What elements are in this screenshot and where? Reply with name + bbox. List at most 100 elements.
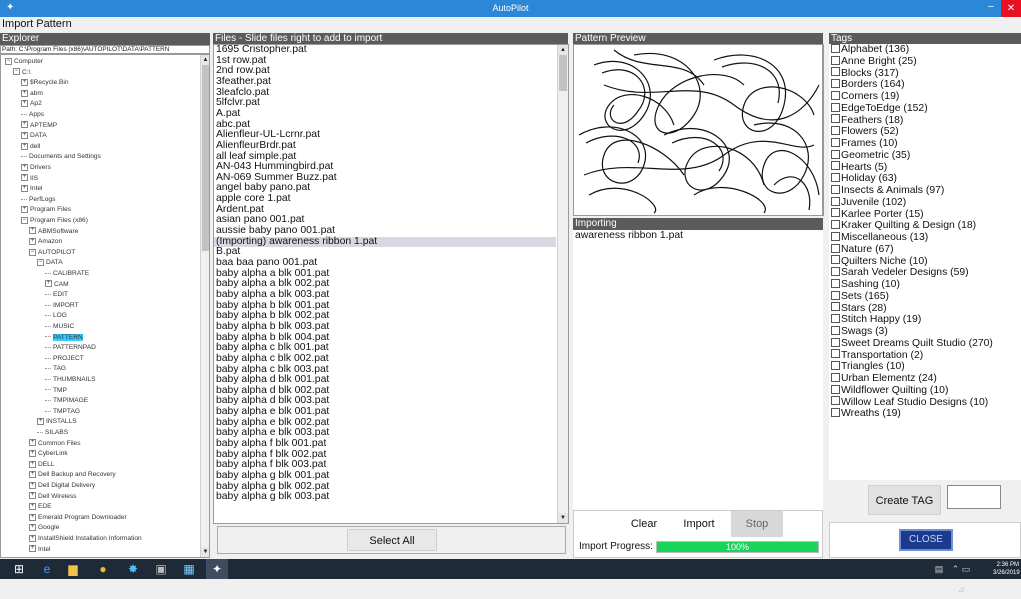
tag-item[interactable]: Kraker Quilting & Design (18) [831, 220, 976, 232]
expand-icon[interactable]: + [21, 121, 28, 129]
stop-button[interactable]: Stop [731, 511, 783, 537]
tag-item[interactable]: Juvenile (102) [831, 196, 906, 209]
file-item[interactable]: baby alpha b blk 003.pat [216, 321, 329, 333]
tree-item[interactable]: + dell [21, 142, 40, 151]
tree-item[interactable]: − C:\ [13, 68, 30, 77]
file-item[interactable]: 3feather.pat [216, 76, 271, 88]
tree-item[interactable]: + abm [21, 89, 43, 98]
tree-item[interactable]: + Drivers [21, 163, 51, 172]
tag-item[interactable]: Stars (28) [831, 302, 887, 315]
tree-item[interactable]: SILABS [37, 428, 68, 437]
tag-checkbox[interactable] [831, 137, 840, 147]
tag-checkbox[interactable] [831, 302, 840, 312]
expand-icon[interactable]: + [29, 439, 36, 447]
tree-item[interactable]: LOG [45, 311, 67, 320]
tree-item[interactable]: + Emerald Program Downloader [29, 513, 127, 522]
tag-checkbox[interactable] [831, 184, 840, 194]
expand-icon[interactable]: + [29, 534, 36, 542]
tag-checkbox[interactable] [831, 243, 840, 253]
tree-item[interactable]: PATTERNPAD [45, 343, 96, 352]
expand-icon[interactable]: + [29, 471, 36, 479]
tree-item[interactable]: − Program Files (x86) [21, 216, 88, 225]
tree-item[interactable]: − AUTOPILOT [29, 248, 75, 257]
file-item[interactable]: baa baa pano 001.pat [216, 257, 317, 269]
tree-item[interactable]: + APTEMP [21, 121, 57, 130]
create-tag-button[interactable]: Create TAG [868, 485, 941, 515]
tree-item[interactable]: + ABMSoftware [29, 227, 78, 236]
tag-checkbox[interactable] [831, 337, 840, 347]
settings-app-icon[interactable]: ✸ [122, 559, 144, 579]
tag-checkbox[interactable] [831, 278, 840, 288]
file-explorer-icon[interactable]: ▆ [62, 559, 84, 579]
tree-item[interactable]: − DATA [37, 258, 63, 267]
tag-checkbox[interactable] [831, 314, 840, 323]
files-scroll-thumb[interactable] [559, 55, 567, 91]
expand-icon[interactable]: + [29, 481, 36, 489]
tag-item[interactable]: Feathers (18) [831, 114, 903, 127]
tag-checkbox[interactable] [831, 90, 840, 100]
tag-checkbox[interactable] [831, 196, 840, 206]
tree-item[interactable]: + Dell Digital Delivery [29, 481, 95, 490]
expand-icon[interactable]: + [29, 449, 36, 457]
tag-item[interactable]: Borders (164) [831, 79, 905, 91]
file-item[interactable]: baby alpha g blk 001.pat [216, 470, 329, 482]
tag-checkbox[interactable] [831, 349, 840, 359]
tree-item[interactable]: TMP [45, 386, 67, 395]
select-all-button[interactable]: Select All [347, 529, 437, 551]
expand-icon[interactable]: + [37, 418, 44, 426]
expand-icon[interactable]: + [21, 142, 28, 150]
tree-item[interactable]: MUSIC [45, 322, 74, 331]
expand-icon[interactable]: + [21, 206, 28, 214]
tag-item[interactable]: Miscellaneous (13) [831, 231, 928, 244]
chrome-icon[interactable]: ● [92, 559, 114, 579]
tray-icons[interactable]: ⌃ ▭ ⊿ [950, 559, 972, 594]
tree-scroll-thumb[interactable] [202, 65, 209, 251]
tag-checkbox[interactable] [831, 384, 840, 394]
close-button[interactable]: CLOSE [899, 529, 953, 551]
tree-item[interactable]: TMPIMAGE [45, 396, 88, 405]
tag-checkbox[interactable] [831, 361, 840, 370]
tree-item[interactable]: + $Recycle.Bin [21, 78, 68, 87]
collapse-icon[interactable]: − [29, 248, 36, 256]
file-list[interactable]: 1695 Cristopher.pat 1st row.pat 2nd row.pa… [213, 44, 569, 524]
tag-checkbox[interactable] [831, 55, 840, 65]
tag-checkbox[interactable] [831, 267, 840, 276]
tree-item[interactable]: − Computer [5, 57, 43, 66]
folder-tree[interactable]: − Computer − C:\ + $Recycle.Bin + abm + Ap2 Apps + A… [0, 54, 210, 558]
tree-item[interactable]: TAG [45, 364, 66, 373]
tag-checkbox[interactable] [831, 79, 840, 88]
scroll-up-icon[interactable]: ▲ [558, 45, 568, 55]
tree-item[interactable]: PerfLogs [21, 195, 55, 204]
expand-icon[interactable]: + [29, 237, 36, 245]
expand-icon[interactable]: + [29, 545, 36, 553]
file-item[interactable]: AlienfleurBrdr.pat [216, 140, 296, 152]
tag-item[interactable]: Swags (3) [831, 325, 888, 338]
tree-item[interactable]: + Common Files [29, 439, 81, 448]
tag-item[interactable]: Insects & Animals (97) [831, 184, 944, 197]
tag-checkbox[interactable] [831, 408, 840, 417]
tag-checkbox[interactable] [831, 173, 840, 182]
tag-checkbox[interactable] [831, 44, 840, 53]
tree-item[interactable]: THUMBNAILS [45, 375, 96, 384]
tree-item[interactable]: + EDE [29, 502, 52, 511]
tag-list[interactable]: Alphabet (136) Anne Bright (25) Blocks (31… [829, 44, 1021, 480]
collapse-icon[interactable]: − [37, 259, 44, 267]
tag-item[interactable]: Quilters Niche (10) [831, 255, 928, 268]
tree-item[interactable]: + Intel [29, 545, 50, 554]
edge-browser-icon[interactable]: e [36, 559, 58, 579]
collapse-icon[interactable]: − [5, 57, 12, 65]
expand-icon[interactable]: + [21, 174, 28, 182]
file-item[interactable]: (Importing) awareness ribbon 1.pat [214, 236, 556, 248]
expand-icon[interactable]: + [21, 78, 28, 86]
tag-item[interactable]: Alphabet (136) [831, 44, 909, 56]
minimize-button[interactable]: – [983, 1, 999, 12]
scroll-up-icon[interactable]: ▲ [201, 55, 209, 65]
tree-item[interactable]: Apps [21, 110, 44, 119]
tag-item[interactable]: Holiday (63) [831, 173, 897, 185]
tag-checkbox[interactable] [831, 220, 840, 229]
tree-item[interactable]: + Program Files [21, 205, 71, 214]
expand-icon[interactable]: + [29, 460, 36, 468]
scroll-down-icon[interactable]: ▼ [201, 547, 209, 557]
expand-icon[interactable]: + [29, 492, 36, 500]
file-item[interactable]: baby alpha a blk 003.pat [216, 289, 329, 301]
